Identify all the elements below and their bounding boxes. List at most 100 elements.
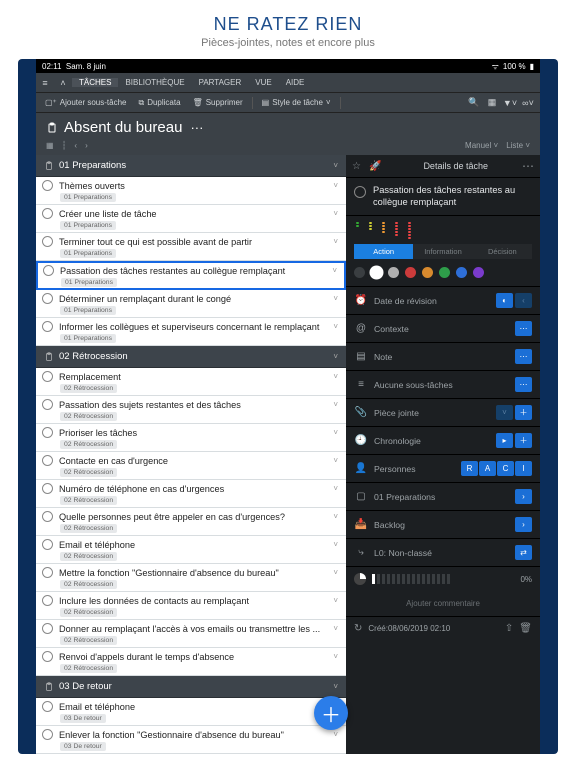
priority-level[interactable] [408, 222, 411, 239]
nav-prev-icon[interactable]: ‹ [74, 141, 77, 150]
task-checkbox[interactable] [42, 371, 53, 382]
task-item[interactable]: Numéro de téléphone en cas d'urgences˅02… [36, 480, 346, 508]
task-item[interactable]: Passation des tâches restantes au collèg… [36, 261, 346, 290]
priority-level[interactable] [369, 222, 372, 239]
raci-C[interactable]: C [497, 461, 514, 476]
task-item[interactable]: Terminer tout ce qui est possible avant … [36, 233, 346, 261]
task-checkbox[interactable] [42, 651, 53, 662]
menu-vue[interactable]: VUE [248, 78, 278, 87]
color-swatch[interactable] [456, 267, 467, 278]
chevron-down-icon[interactable]: ˅ [331, 624, 340, 633]
task-item[interactable]: Thèmes ouverts˅01 Preparations [36, 177, 346, 205]
color-swatch[interactable] [354, 267, 365, 278]
chevron-down-icon[interactable]: ˅ [331, 596, 340, 605]
title-more-icon[interactable]: ··· [190, 120, 203, 135]
priority-level[interactable] [382, 222, 385, 239]
color-swatch[interactable] [371, 267, 382, 278]
task-item[interactable]: Créer une liste de tâche˅01 Preparations [36, 205, 346, 233]
menu-aide[interactable]: AIDE [279, 78, 312, 87]
type-tab-0[interactable]: Action [354, 244, 413, 259]
chevron-down-icon[interactable]: ˅ [331, 372, 340, 381]
task-style-button[interactable]: ▤Style de tâche ˅ [257, 98, 336, 107]
priority-level[interactable] [356, 222, 359, 239]
group-header[interactable]: 02 Rétrocession˅ [36, 346, 346, 368]
star-icon[interactable]: ☆ [352, 161, 361, 172]
revision-date-row[interactable]: ⏰ Date de révision ◐‹ [346, 287, 540, 315]
priority-level[interactable] [395, 222, 398, 239]
context-add-button[interactable]: ⋯ [515, 321, 532, 336]
chevron-down-icon[interactable]: ˅ [331, 181, 340, 190]
chevron-down-icon[interactable]: ˅ [331, 512, 340, 521]
project-row[interactable]: ▢ 01 Preparations › [346, 483, 540, 511]
chevron-down-icon[interactable]: ˅ [331, 730, 340, 739]
add-subtask-button[interactable]: ▢⁺Ajouter sous-tâche [40, 98, 131, 107]
task-checkbox[interactable] [42, 208, 53, 219]
task-item[interactable]: Quelle personnes peut être appeler en ca… [36, 508, 346, 536]
chevron-down-icon[interactable]: ˅ [331, 400, 340, 409]
color-swatch[interactable] [388, 267, 399, 278]
sort-mode-button[interactable]: Manuel ˅ [465, 141, 498, 150]
task-item[interactable]: Informer les collègues et superviseurs c… [36, 318, 346, 346]
task-item[interactable]: Inclure les données de contacts au rempl… [36, 592, 346, 620]
task-item[interactable]: Email et téléphone˅03 De retour [36, 698, 346, 726]
task-checkbox[interactable] [354, 186, 366, 198]
menu-bibliothèque[interactable]: BIBLIOTHÈQUE [118, 78, 191, 87]
task-item[interactable]: Remplacement˅02 Rétrocession [36, 368, 346, 396]
task-checkbox[interactable] [42, 595, 53, 606]
delete-button[interactable]: 🗑Supprimer [188, 98, 248, 107]
progress-bars[interactable] [372, 574, 514, 584]
task-checkbox[interactable] [42, 567, 53, 578]
view-mode-button[interactable]: Liste ˅ [506, 141, 530, 150]
group-header[interactable]: 01 Preparations˅ [36, 155, 346, 177]
priority-leds[interactable] [354, 222, 532, 239]
chevron-down-icon[interactable]: ˅ [331, 652, 340, 661]
chronology-row[interactable]: 🕘 Chronologie ▸＋ [346, 427, 540, 455]
filter-button[interactable]: ▼˅ [502, 95, 518, 111]
revision-set-button[interactable]: ◐ [496, 293, 513, 308]
chevron-down-icon[interactable]: ˅ [331, 456, 340, 465]
chevron-down-icon[interactable]: ˅ [331, 209, 340, 218]
type-tab-2[interactable]: Décision [473, 244, 532, 259]
chevron-down-icon[interactable]: ˅ [331, 294, 340, 303]
group-header[interactable]: 03 De retour˅ [36, 676, 346, 698]
people-row[interactable]: 👤 Personnes RACI [346, 455, 540, 483]
task-item[interactable]: Prioriser les tâches˅02 Rétrocession [36, 424, 346, 452]
nav-next-icon[interactable]: › [85, 141, 88, 150]
rocket-icon[interactable]: 🚀 [369, 161, 381, 172]
color-swatch[interactable] [439, 267, 450, 278]
project-go-button[interactable]: › [515, 489, 532, 504]
task-checkbox[interactable] [42, 729, 53, 740]
task-checkbox[interactable] [42, 293, 53, 304]
task-checkbox[interactable] [42, 483, 53, 494]
attachment-add-button[interactable]: ＋ [515, 405, 532, 420]
attachment-row[interactable]: 📎 Pièce jointe ˅＋ [346, 399, 540, 427]
color-swatch[interactable] [405, 267, 416, 278]
chevron-down-icon[interactable]: ˅ [331, 484, 340, 493]
chevron-down-icon[interactable]: ˅ [331, 428, 340, 437]
task-item[interactable]: Mettre la fonction "Gestionnaire d'absen… [36, 564, 346, 592]
subtasks-row[interactable]: ≡ Aucune sous-tâches ⋯ [346, 371, 540, 399]
raci-A[interactable]: A [479, 461, 496, 476]
task-list-panel[interactable]: 01 Preparations˅Thèmes ouverts˅01 Prepar… [36, 155, 346, 754]
backlog-row[interactable]: 📥 Backlog › [346, 511, 540, 539]
hamburger-icon[interactable]: ≡ [36, 78, 54, 88]
task-checkbox[interactable] [43, 265, 54, 276]
task-checkbox[interactable] [42, 623, 53, 634]
level-button[interactable]: ⇄ [515, 545, 532, 560]
chevron-down-icon[interactable]: ˅ [331, 322, 340, 331]
context-row[interactable]: @ Contexte ⋯ [346, 315, 540, 343]
level-row[interactable]: ⤷ L0: Non-classé ⇄ [346, 539, 540, 567]
grid-button[interactable]: ▦ [484, 95, 500, 111]
chevron-down-icon[interactable]: ˅ [331, 568, 340, 577]
chronology-play-button[interactable]: ▸ [496, 433, 513, 448]
raci-I[interactable]: I [515, 461, 532, 476]
task-checkbox[interactable] [42, 180, 53, 191]
task-item[interactable]: Email et téléphone˅02 Rétrocession [36, 536, 346, 564]
duplicate-button[interactable]: ⧉Duplicata [133, 98, 185, 108]
color-swatch[interactable] [473, 267, 484, 278]
subtask-add-button[interactable]: ⋯ [515, 377, 532, 392]
raci-R[interactable]: R [461, 461, 478, 476]
type-tab-1[interactable]: Information [413, 244, 472, 259]
revision-clear-button[interactable]: ‹ [515, 293, 532, 308]
layout-toggle-icon[interactable]: ▦ [46, 141, 54, 150]
